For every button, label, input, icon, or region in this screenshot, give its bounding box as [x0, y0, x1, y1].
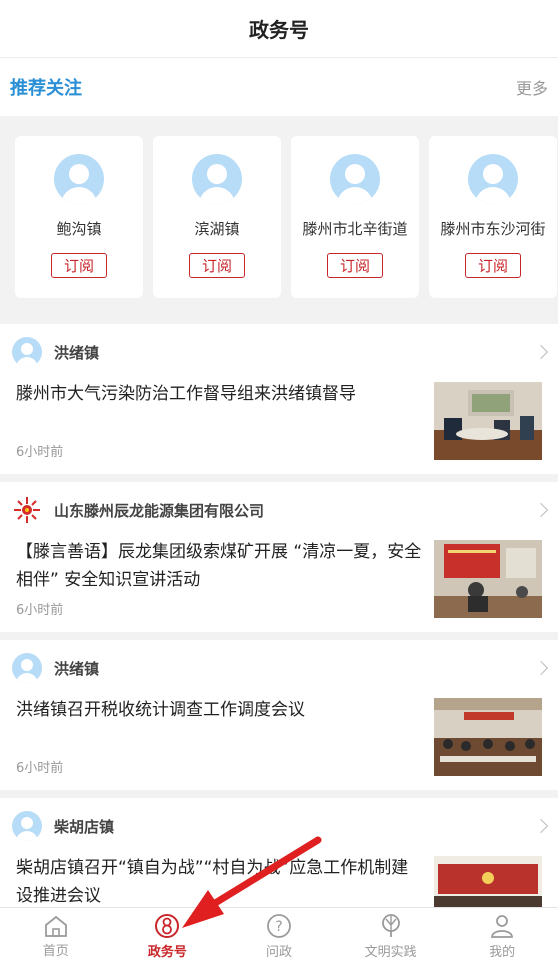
- news-item[interactable]: 洪绪镇 洪绪镇召开税收统计调查工作调度会议 6小时前: [0, 640, 558, 790]
- news-item[interactable]: 山东滕州辰龙能源集团有限公司 【滕言善语】辰龙集团级索煤矿开展 “清凉一夏，安全…: [0, 482, 558, 632]
- chevron-right-icon: [533, 502, 549, 518]
- chevron-right-icon: [533, 660, 549, 676]
- item-source-row[interactable]: 山东滕州辰龙能源集团有限公司: [0, 482, 558, 538]
- avatar: [12, 653, 42, 683]
- headline: 柴胡店镇召开“镇自为战”“村自为战”应急工作机制建设推进会议: [16, 858, 409, 906]
- news-feed: 洪绪镇 滕州市大气污染防治工作督导组来洪绪镇督导 6小时前 山东滕州辰龙能源集团…: [0, 324, 558, 948]
- tab-mine[interactable]: 我的: [446, 908, 558, 965]
- tab-civilization[interactable]: 文明实践: [335, 908, 447, 965]
- subscribe-button[interactable]: 订阅: [51, 253, 107, 278]
- tab-label: 文明实践: [364, 945, 417, 960]
- company-logo-icon: [12, 495, 42, 525]
- source-name: 洪绪镇: [54, 659, 100, 678]
- item-body[interactable]: 【滕言善语】辰龙集团级索煤矿开展 “清凉一夏，安全相伴” 安全知识宣讲活动 6小…: [0, 538, 558, 632]
- account-name: 滕州市北辛街道: [302, 220, 408, 238]
- item-source-row[interactable]: 柴胡店镇: [0, 798, 558, 854]
- item-source-row[interactable]: 洪绪镇: [0, 640, 558, 696]
- headline: 洪绪镇召开税收统计调查工作调度会议: [16, 700, 305, 720]
- question-icon: ?: [267, 914, 291, 938]
- item-body[interactable]: 洪绪镇召开税收统计调查工作调度会议 6小时前: [0, 696, 558, 790]
- account-name: 滕州市东沙河街: [440, 220, 546, 238]
- source-name: 柴胡店镇: [54, 817, 115, 836]
- account-card[interactable]: 滕州市东沙河街 订阅: [429, 136, 557, 298]
- account-name: 滨湖镇: [194, 220, 240, 238]
- item-body[interactable]: 滕州市大气污染防治工作督导组来洪绪镇督导 6小时前: [0, 380, 558, 474]
- timestamp: 6小时前: [16, 445, 64, 460]
- headline: 滕州市大气污染防治工作督导组来洪绪镇督导: [16, 384, 356, 404]
- timestamp: 6小时前: [16, 761, 64, 776]
- recommend-title: 推荐关注: [10, 78, 82, 99]
- avatar: [192, 154, 242, 204]
- gov-account-icon: [155, 914, 180, 938]
- subscribe-button[interactable]: 订阅: [189, 253, 245, 278]
- avatar: [12, 811, 42, 841]
- avatar: [12, 337, 42, 367]
- tab-home[interactable]: 首页: [0, 908, 112, 965]
- tab-gov-account[interactable]: 政务号: [112, 908, 224, 965]
- account-card[interactable]: 滨湖镇 订阅: [153, 136, 281, 298]
- user-icon: [491, 915, 514, 938]
- page-title: 政务号: [249, 18, 309, 42]
- recommend-cards: 鲍沟镇 订阅 滨湖镇 订阅 滕州市北辛街道 订阅 滕州市东沙河街 订阅: [0, 116, 558, 324]
- account-card[interactable]: 鲍沟镇 订阅: [15, 136, 143, 298]
- thumbnail-image: [434, 540, 542, 618]
- subscribe-button[interactable]: 订阅: [327, 253, 383, 278]
- account-card[interactable]: 滕州市北辛街道 订阅: [291, 136, 419, 298]
- home-icon: [44, 915, 67, 937]
- subscribe-button[interactable]: 订阅: [465, 253, 521, 278]
- bottom-tab-bar: 首页 政务号 ? 问政 文明实践 我的: [0, 907, 558, 965]
- app-screen: 政务号 推荐关注 更多 鲍沟镇 订阅 滨湖镇 订阅 滕州市北辛街道 订阅 滕州市…: [0, 0, 558, 965]
- thumbnail-image: [434, 698, 542, 776]
- more-link[interactable]: 更多: [516, 75, 548, 99]
- item-source-row[interactable]: 洪绪镇: [0, 324, 558, 380]
- tab-label: 我的: [489, 945, 516, 960]
- civilization-icon: [381, 914, 400, 937]
- thumbnail-image: [434, 382, 542, 460]
- svg-text:?: ?: [275, 919, 282, 935]
- tab-label: 首页: [42, 944, 69, 959]
- timestamp: 6小时前: [16, 603, 64, 618]
- account-name: 鲍沟镇: [56, 220, 102, 238]
- avatar: [330, 154, 380, 204]
- tab-inquiry[interactable]: ? 问政: [223, 908, 335, 965]
- avatar: [468, 154, 518, 204]
- tab-label: 政务号: [147, 945, 187, 960]
- source-name: 洪绪镇: [54, 343, 100, 362]
- news-item[interactable]: 洪绪镇 滕州市大气污染防治工作督导组来洪绪镇督导 6小时前: [0, 324, 558, 474]
- chevron-right-icon: [533, 818, 549, 834]
- avatar: [54, 154, 104, 204]
- source-name: 山东滕州辰龙能源集团有限公司: [54, 501, 265, 520]
- headline: 【滕言善语】辰龙集团级索煤矿开展 “清凉一夏，安全相伴” 安全知识宣讲活动: [16, 542, 422, 590]
- top-bar: 政务号: [0, 0, 558, 58]
- chevron-right-icon: [533, 344, 549, 360]
- tab-label: 问政: [265, 945, 292, 960]
- recommend-bar: 推荐关注 更多: [0, 58, 558, 116]
